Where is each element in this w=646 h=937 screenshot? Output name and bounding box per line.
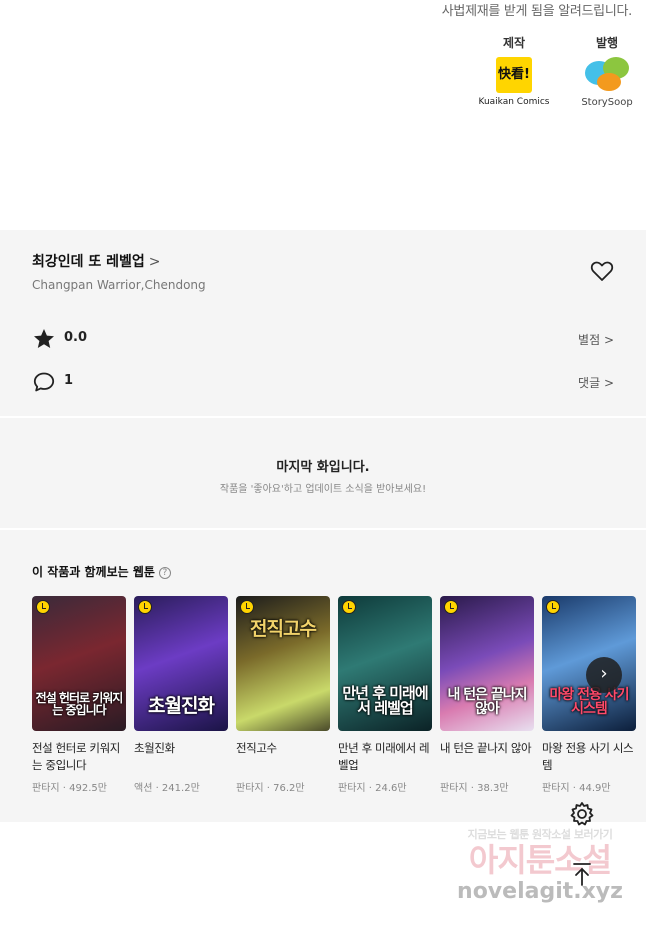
cover-title: 만년 후 미래에서 레벨업 — [342, 683, 428, 718]
star-icon — [34, 329, 54, 348]
legal-notice: 사법제재를 받게 됨을 알려드립니다. — [441, 4, 633, 19]
webtoon-meta: 판타지 · 492.5만 — [32, 783, 107, 794]
clock-badge-icon — [138, 600, 152, 614]
webtoon-meta: 액션 · 241.2만 — [134, 783, 200, 794]
comment-icon — [33, 372, 55, 392]
clock-badge-icon — [240, 600, 254, 614]
webtoon-meta: 판타지 · 24.6만 — [338, 783, 407, 794]
webtoon-card[interactable]: 초월진화 초월진화 액션 · 241.2만 — [134, 596, 228, 794]
cover-title: 전직고수 — [250, 618, 317, 640]
credit-publishing: 발행 StorySoop — [574, 34, 640, 108]
chevron-right-icon: > — [148, 254, 161, 270]
credit-production: 제작 快看! Kuaikan Comics — [474, 34, 554, 107]
watermark-url: novelagit.xyz — [457, 879, 623, 904]
webtoon-thumbnail[interactable]: 만년 후 미래에서 레벨업 — [338, 596, 432, 731]
storysoop-caption: StorySoop — [581, 97, 633, 108]
series-info-panel: 최강인데 또 레벨업 > Changpan Warrior,Chendong 0.… — [0, 230, 646, 416]
webtoon-thumbnail[interactable]: 전직고수 — [236, 596, 330, 731]
cover-title: 마왕 전용 사기 시스템 — [549, 686, 629, 718]
recommendation-title-text: 이 작품과 함께보는 웹툰 — [32, 565, 155, 579]
recommendation-panel: 이 작품과 함께보는 웹툰? 전설 헌터로 키워지는 중입니다 전설 헌터로 키… — [0, 530, 646, 822]
last-episode-panel: 마지막 화입니다. 작품을 '좋아요'하고 업데이트 소식을 받아보세요! — [0, 418, 646, 528]
credit-publishing-role: 발행 — [595, 36, 619, 50]
gear-icon[interactable] — [566, 798, 598, 830]
carousel-next-button[interactable]: › — [586, 657, 622, 693]
rating-row: 0.0 별점 > — [32, 327, 614, 351]
help-icon[interactable]: ? — [158, 567, 171, 579]
webtoon-card[interactable]: 마왕 전용 사기 시스템 마왕 전용 사기 시스템 판타지 · 44.9만 — [542, 596, 636, 794]
webtoon-card[interactable]: 전직고수 전직고수 판타지 · 76.2만 — [236, 596, 330, 794]
cover-title: 전설 헌터로 키워지는 중입니다 — [35, 690, 124, 718]
clock-badge-icon — [546, 600, 560, 614]
storysoop-logo — [581, 57, 633, 93]
series-title: 최강인데 또 레벨업 — [32, 254, 145, 270]
series-title-link[interactable]: 최강인데 또 레벨업 > — [32, 251, 161, 271]
comment-row: 1 댓글 > — [32, 370, 614, 394]
webtoon-meta: 판타지 · 44.9만 — [542, 783, 611, 794]
webtoon-meta: 판타지 · 76.2만 — [236, 783, 305, 794]
watermark-line1: 지금보는 웹툰 원작소설 보러가기 — [467, 828, 613, 841]
rating-link[interactable]: 별점 > — [578, 331, 614, 348]
arrow-up-to-top-icon[interactable] — [568, 860, 596, 888]
webtoon-title[interactable]: 초월진화 — [134, 740, 228, 774]
cover-title: 내 턴은 끝나지 않아 — [447, 686, 527, 718]
series-authors: Changpan Warrior,Chendong — [32, 278, 206, 292]
last-episode-subtitle: 작품을 '좋아요'하고 업데이트 소식을 받아보세요! — [219, 484, 427, 495]
webtoon-card[interactable]: 내 턴은 끝나지 않아 내 턴은 끝나지 않아 판타지 · 38.3만 — [440, 596, 534, 794]
heart-icon[interactable] — [590, 260, 614, 282]
recommendation-carousel: 전설 헌터로 키워지는 중입니다 전설 헌터로 키워지는 중입니다 판타지 · … — [32, 596, 646, 822]
webtoon-title[interactable]: 전직고수 — [236, 740, 330, 774]
webtoon-card[interactable]: 만년 후 미래에서 레벨업 만년 후 미래에서 레벨업 판타지 · 24.6만 — [338, 596, 432, 794]
watermark-line2: 아지툰소설 — [468, 841, 612, 879]
rating-value: 0.0 — [64, 330, 88, 345]
credit-production-role: 제작 — [502, 36, 526, 50]
clock-badge-icon — [444, 600, 458, 614]
comment-count: 1 — [64, 373, 74, 388]
webtoon-thumbnail[interactable]: 내 턴은 끝나지 않아 — [440, 596, 534, 731]
webtoon-title[interactable]: 전설 헌터로 키워지는 중입니다 — [32, 740, 126, 774]
cover-title: 초월진화 — [148, 695, 215, 718]
kuaikan-caption: Kuaikan Comics — [478, 97, 550, 107]
webtoon-title[interactable]: 마왕 전용 사기 시스템 — [542, 740, 636, 774]
webtoon-title[interactable]: 내 턴은 끝나지 않아 — [440, 740, 534, 774]
webtoon-title[interactable]: 만년 후 미래에서 레벨업 — [338, 740, 432, 774]
webtoon-card[interactable]: 전설 헌터로 키워지는 중입니다 전설 헌터로 키워지는 중입니다 판타지 · … — [32, 596, 126, 794]
kuaikan-logo: 快看! — [496, 57, 532, 93]
webtoon-meta: 판타지 · 38.3만 — [440, 783, 509, 794]
clock-badge-icon — [36, 600, 50, 614]
webtoon-thumbnail[interactable]: 전설 헌터로 키워지는 중입니다 — [32, 596, 126, 731]
webtoon-thumbnail[interactable]: 초월진화 — [134, 596, 228, 731]
comment-link[interactable]: 댓글 > — [578, 374, 614, 391]
clock-badge-icon — [342, 600, 356, 614]
watermark: 지금보는 웹툰 원작소설 보러가기 아지툰소설 novelagit.xyz — [440, 826, 640, 926]
last-episode-title: 마지막 화입니다. — [276, 460, 370, 475]
recommendation-title: 이 작품과 함께보는 웹툰? — [32, 563, 171, 580]
